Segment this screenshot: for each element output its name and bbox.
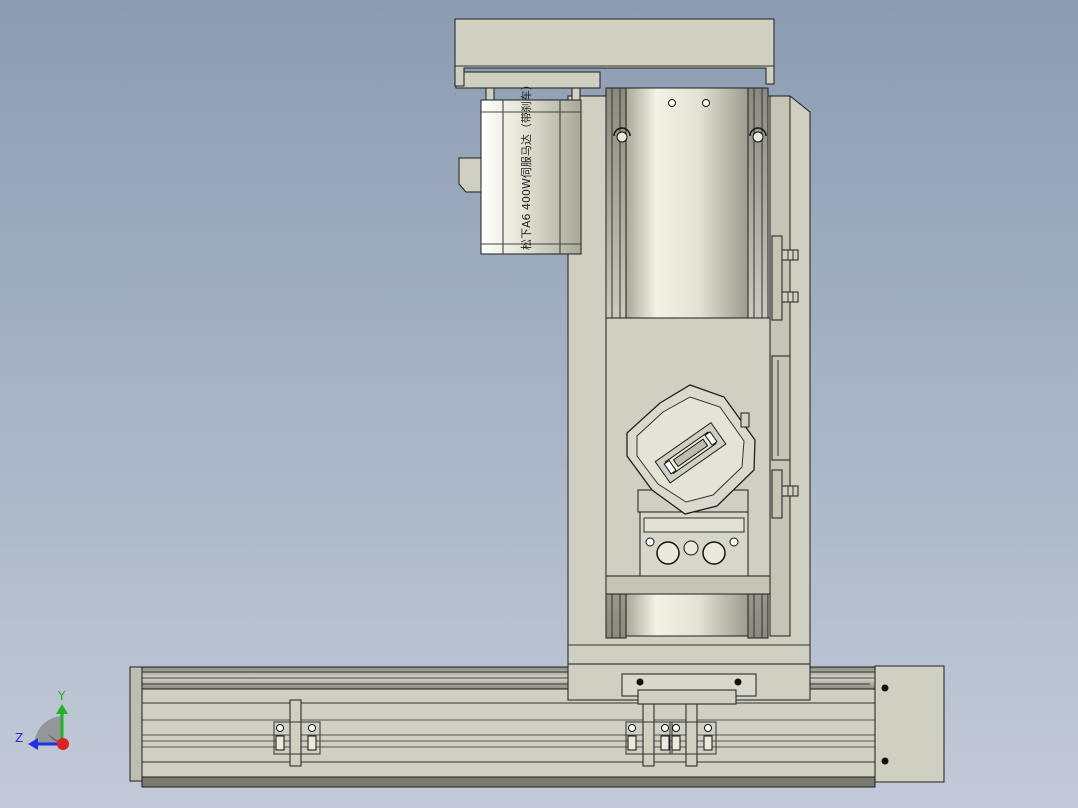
end-plate[interactable] [874, 665, 945, 783]
bolt-hole-icon [881, 684, 889, 692]
horizontal-axis-module[interactable] [129, 663, 945, 788]
upper-screw-cover [625, 87, 749, 319]
y-axis-label: Y [57, 689, 66, 703]
bolt-hole-icon [881, 757, 889, 765]
cad-model-drawing[interactable]: 松下A6 400W伺服马达（带刹车） Y Z [0, 0, 1078, 808]
z-axis-label: Z [15, 731, 23, 745]
vertical-axis-module[interactable] [567, 87, 811, 665]
motor-label: 松下A6 400W伺服马达（带刹车） [519, 79, 533, 250]
lower-screw-cover [625, 589, 749, 637]
cad-viewport[interactable]: 松下A6 400W伺服马达（带刹车） Y Z [0, 0, 1078, 808]
view-orientation-triad[interactable]: Y Z [15, 689, 69, 750]
